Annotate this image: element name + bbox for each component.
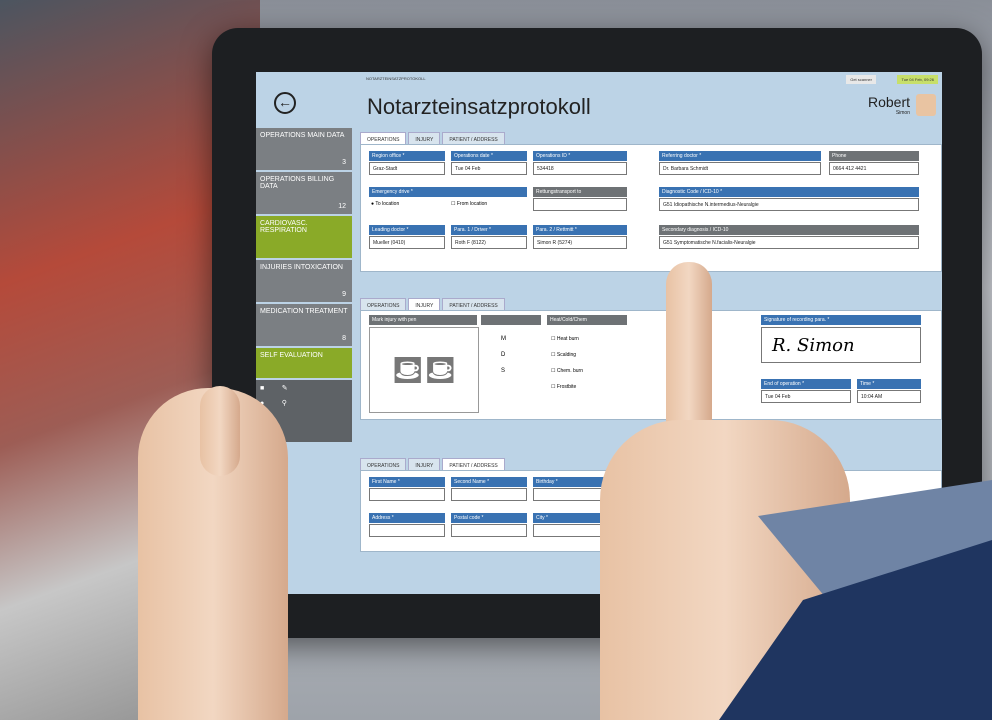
- page-title: Notarzteinsatzprotokoll: [367, 94, 591, 119]
- para2-select[interactable]: Simon R (5274): [533, 236, 627, 249]
- second-name-label: Second Name *: [451, 477, 527, 487]
- mark-injury-label: Mark injury with pen: [369, 315, 477, 325]
- sidebar-item-self-evaluation[interactable]: SELF EVALUATION: [256, 348, 352, 378]
- para2-label: Para. 2 / Rettmitt *: [533, 225, 627, 235]
- region-label: Region office *: [369, 151, 445, 161]
- camera-icon[interactable]: ■: [260, 385, 264, 392]
- user-name[interactable]: Robert Simon: [868, 94, 910, 116]
- secondary-select[interactable]: G51 Symptomatische N.facialis-Neuralgie: [659, 236, 919, 249]
- column-label: [481, 315, 541, 325]
- time-select[interactable]: 10:04 AM: [857, 390, 921, 403]
- status-info: NOTARZTEINSATZPROTOKOLL: [366, 76, 426, 81]
- opid-field[interactable]: 534418: [533, 162, 627, 175]
- end-label: End of operation *: [761, 379, 851, 389]
- sidebar-item-medication[interactable]: MEDICATION TREATMENT 8: [256, 304, 352, 346]
- address-field[interactable]: [369, 524, 445, 537]
- end-select[interactable]: Tue 04 Feb: [761, 390, 851, 403]
- burn-options[interactable]: ☐ Heat burn ☐ Scalding ☐ Chem. burn ☐ Frost…: [551, 331, 583, 395]
- postal-label: Postal code *: [451, 513, 527, 523]
- address-label: Address *: [369, 513, 445, 523]
- signature-pad[interactable]: R. Simon: [761, 327, 921, 363]
- panel-operations: Region office * Graz-Stadt Operations da…: [360, 144, 942, 272]
- doctor-field[interactable]: Dr. Barbara Schmidt: [659, 162, 821, 175]
- phone-label: Phone: [829, 151, 919, 161]
- body-diagram[interactable]: ⛾⛾: [369, 327, 479, 413]
- sidebar-item-billing[interactable]: OPERATIONS BILLING DATA 12: [256, 172, 352, 214]
- burn-label: Heat/Cold/Chem: [547, 315, 627, 325]
- secondary-label: Secondary diagnosis / ICD-10: [659, 225, 919, 235]
- region-select[interactable]: Graz-Stadt: [369, 162, 445, 175]
- opid-label: Operations ID *: [533, 151, 627, 161]
- panel-injury: Mark injury with pen ⛾⛾ MDS Heat/Cold/Ch…: [360, 310, 942, 420]
- pen-icon[interactable]: ✎: [282, 385, 288, 392]
- radio-from-location[interactable]: ☐ From location: [451, 201, 487, 207]
- signature-label: Signature of recording para. *: [761, 315, 921, 325]
- doctor-label: Referring doctor *: [659, 151, 821, 161]
- sidebar-item-injuries[interactable]: INJURIES INTOXICATION 9: [256, 260, 352, 302]
- pin-icon[interactable]: ⚲: [282, 400, 287, 407]
- avatar[interactable]: [916, 94, 936, 116]
- first-name-field[interactable]: [369, 488, 445, 501]
- postal-field[interactable]: [451, 524, 527, 537]
- para1-select[interactable]: Roth F (8122): [451, 236, 527, 249]
- sidebar-item-operations-main[interactable]: OPERATIONS MAIN DATA 3: [256, 128, 352, 170]
- datetime-badge: Tue 04 Feb, 09:26: [897, 75, 938, 84]
- back-arrow-icon[interactable]: ←: [274, 92, 296, 114]
- leading-select[interactable]: Mueller (0410): [369, 236, 445, 249]
- second-name-field[interactable]: [451, 488, 527, 501]
- first-name-label: First Name *: [369, 477, 445, 487]
- para1-label: Para. 1 / Driver *: [451, 225, 527, 235]
- radio-to-location[interactable]: ● To location: [371, 201, 399, 207]
- rettung-field[interactable]: [533, 198, 627, 211]
- diagnosis-label: Diagnostic Code / ICD-10 *: [659, 187, 919, 197]
- phone-field[interactable]: 0664 412 4421: [829, 162, 919, 175]
- leading-label: Leading doctor *: [369, 225, 445, 235]
- diagnosis-select[interactable]: G51 Idiopathische N.intermedius-Neuralgi…: [659, 198, 919, 211]
- status-bar: NOTARZTEINSATZPROTOKOLL Get scanner Tue …: [256, 72, 942, 86]
- emergency-label: Emergency drive *: [369, 187, 527, 197]
- opdate-label: Operations date *: [451, 151, 527, 161]
- time-label: Time *: [857, 379, 921, 389]
- left-thumb: [200, 386, 240, 476]
- sidebar-item-cardiovasc[interactable]: CARDIOVASC. RESPIRATION: [256, 216, 352, 258]
- opdate-select[interactable]: Tue 04 Feb: [451, 162, 527, 175]
- rettung-label: Rettungstransport to: [533, 187, 627, 197]
- severity-list: MDS: [501, 336, 506, 374]
- scanner-button[interactable]: Get scanner: [846, 75, 876, 84]
